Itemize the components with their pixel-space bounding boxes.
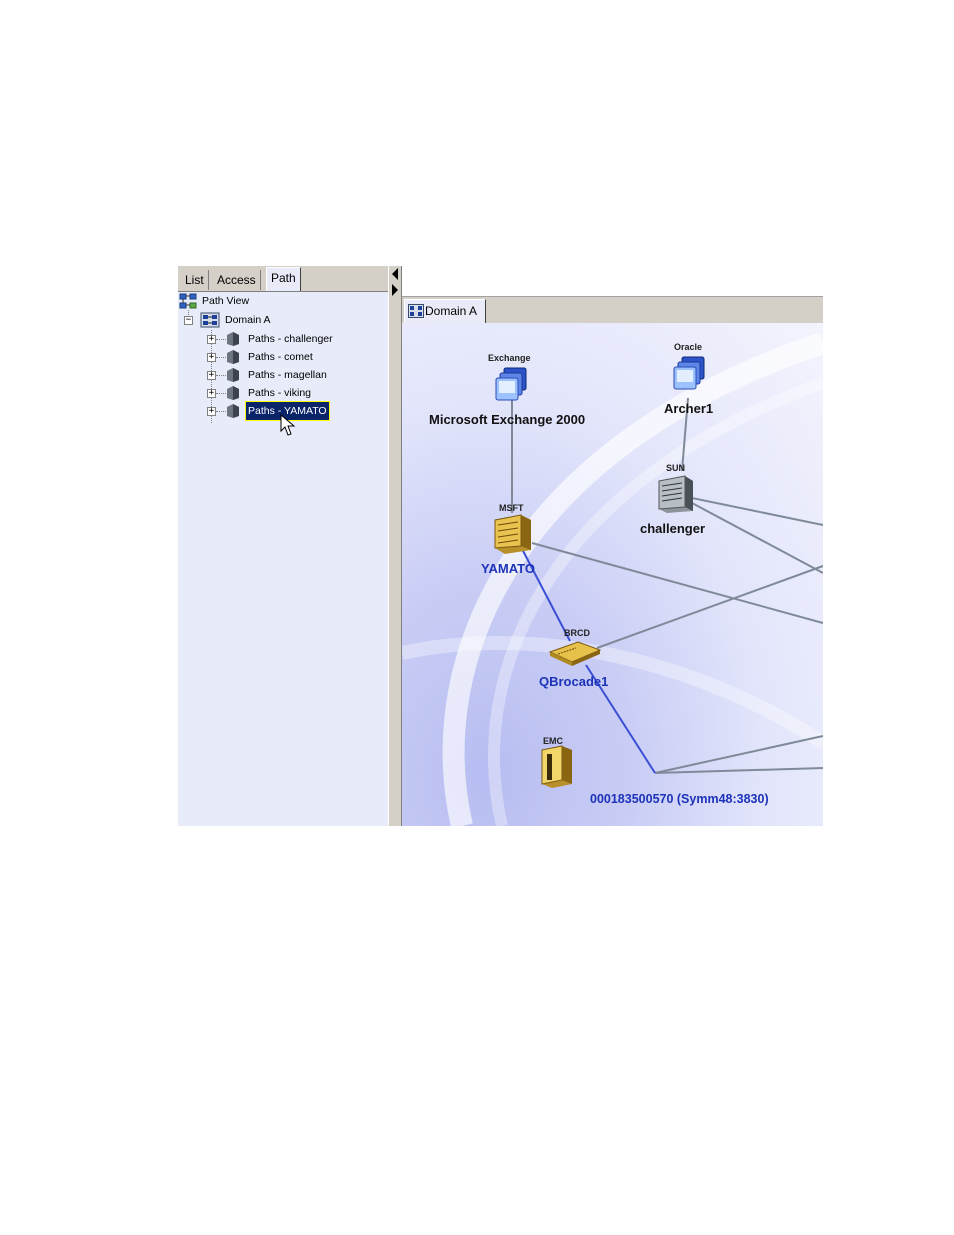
path-tree: Path View − Domain A + Paths - challenge… [178,291,388,826]
expand-icon[interactable]: + [207,353,216,362]
topology-pane: Domain A Exchange Microsoft Exchange 200… [402,266,823,826]
expand-icon[interactable]: + [207,389,216,398]
link-challenger-offscreen [691,497,823,526]
topology-canvas[interactable]: Exchange Microsoft Exchange 2000 Oracle … [402,323,823,826]
link-symm-offscreen [654,735,823,774]
domain-icon [408,304,424,318]
collapse-icon[interactable]: − [184,316,193,325]
node-name-archer1: Archer1 [664,401,714,416]
expand-icon[interactable]: + [207,407,216,416]
host-icon[interactable] [491,512,535,556]
node-name-challenger: challenger [640,521,706,536]
tree-root-label: Path View [202,295,250,307]
tree-item-paths-viking[interactable]: + Paths - viking [178,384,378,402]
node-type-label: Oracle [674,342,703,352]
server-icon[interactable] [655,473,697,515]
tree-item-paths-yamato[interactable]: + Paths - YAMATO [178,401,378,421]
tab-domain-a[interactable]: Domain A [404,299,486,323]
mouse-cursor-icon [280,414,296,436]
tab-path[interactable]: Path [266,267,301,291]
expand-icon[interactable]: + [207,335,216,344]
tree-item-paths-comet[interactable]: + Paths - comet [178,348,378,366]
application-icon[interactable] [492,365,532,405]
domain-icon [200,312,220,328]
link-challenger-offscreen-2 [691,502,823,574]
tree-item-label: Paths - challenger [248,333,333,345]
node-name-symm: 000183500570 (Symm48:3830) [590,792,769,806]
application-icon[interactable] [670,354,710,394]
tree-root-path-view[interactable]: Path View [178,292,378,310]
paths-folder-icon [227,350,239,364]
paths-folder-icon [227,386,239,400]
navigation-pane: List Access Path Path View − Domain A + … [178,266,390,826]
tab-list[interactable]: List [181,270,209,290]
tree-item-label: Paths - magellan [248,369,327,381]
node-type-label: SUN [666,463,686,473]
left-tab-strip: List Access Path [178,266,390,291]
path-view-icon [179,293,197,309]
topology-links [402,332,823,826]
tree-item-paths-magellan[interactable]: + Paths - magellan [178,366,378,384]
tree-item-paths-challenger[interactable]: + Paths - challenger [178,330,378,348]
link-yamato-offscreen [531,542,823,624]
paths-folder-icon [227,368,239,382]
link-brocade-offscreen [596,565,823,649]
expand-icon[interactable]: + [207,371,216,380]
tree-domain-label: Domain A [225,314,271,326]
link-symm-offscreen-2 [654,767,823,774]
collapse-arrows-icon[interactable] [389,266,401,300]
tab-access[interactable]: Access [213,270,261,290]
node-type-label: Exchange [488,353,531,363]
node-name-yamato: YAMATO [481,561,535,576]
node-name-exchange: Microsoft Exchange 2000 [429,412,586,427]
right-tab-strip: Domain A [402,296,823,324]
paths-folder-icon [227,332,239,346]
tree-item-label: Paths - viking [248,387,312,399]
tree-item-label: Paths - comet [248,351,313,363]
application-window: List Access Path Path View − Domain A + … [178,266,823,826]
tree-domain-a[interactable]: − Domain A [178,311,378,329]
paths-folder-icon [227,404,239,418]
node-name-qbrocade1: QBrocade1 [539,674,609,689]
switch-icon[interactable] [548,636,602,668]
storage-icon[interactable] [538,744,576,790]
tab-domain-label: Domain A [425,304,478,318]
pane-splitter[interactable] [388,266,402,826]
